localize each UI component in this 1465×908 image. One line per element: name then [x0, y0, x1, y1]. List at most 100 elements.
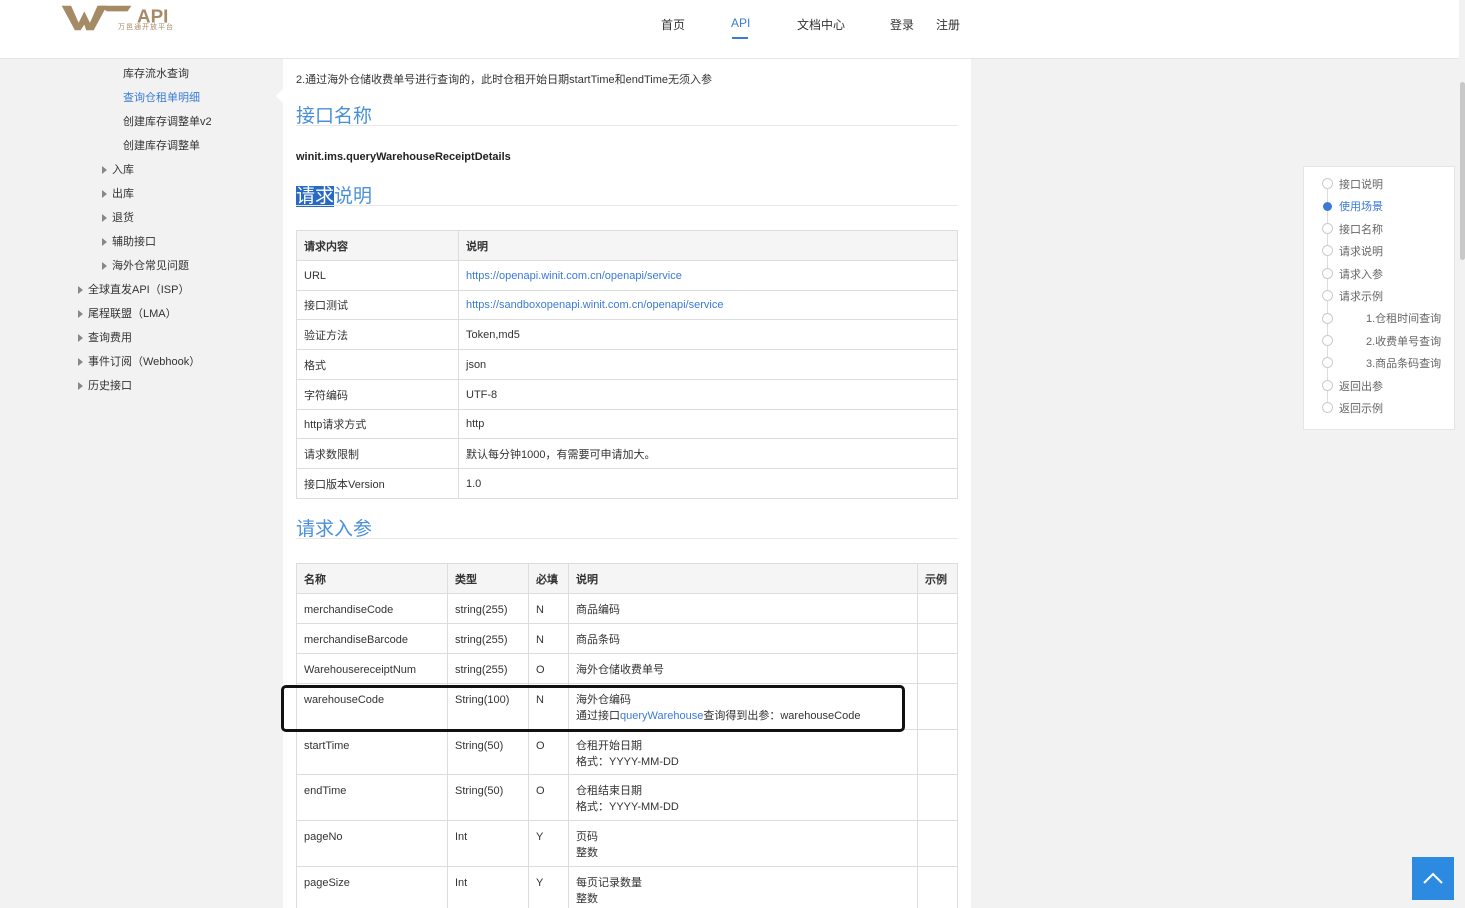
- sidebar-item-label: 全球直发API（ISP）: [88, 284, 190, 296]
- table-cell: 请求数限制: [296, 438, 459, 469]
- param-name: pageNo: [296, 820, 448, 867]
- toc-item[interactable]: 接口名称: [1339, 221, 1383, 237]
- sidebar-item-aux[interactable]: 辅助接口: [102, 233, 156, 249]
- sidebar-item-fees[interactable]: 查询费用: [78, 329, 132, 345]
- sidebar-item-rent-detail[interactable]: 查询仓租单明细: [123, 89, 200, 105]
- sidebar-item-label: 海外仓常见问题: [112, 260, 189, 272]
- caret-right-icon: [78, 358, 83, 366]
- param-desc-line: 格式：YYYY-MM-DD: [576, 756, 679, 768]
- url-link[interactable]: https://openapi.winit.com.cn/openapi/ser…: [466, 270, 682, 282]
- sidebar-item-faq[interactable]: 海外仓常见问题: [102, 257, 189, 273]
- param-example: [917, 820, 958, 867]
- param-example: [917, 623, 958, 654]
- heading-text: 说明: [334, 186, 373, 207]
- param-example: [917, 653, 958, 684]
- param-type: String(50): [447, 729, 529, 775]
- scrollbar-thumb[interactable]: [1460, 82, 1465, 260]
- back-to-top-button[interactable]: [1412, 857, 1454, 900]
- toc-subitem[interactable]: 1.仓租时间查询: [1366, 310, 1441, 326]
- param-desc-line: 格式：YYYY-MM-DD: [576, 801, 679, 813]
- nav-login[interactable]: 登录: [890, 16, 914, 33]
- sidebar-item-isp[interactable]: 全球直发API（ISP）: [78, 281, 189, 297]
- param-required: N: [528, 593, 569, 624]
- param-type: String(50): [447, 774, 529, 821]
- table-header-cell: 请求内容: [296, 230, 459, 261]
- nav-register[interactable]: 注册: [936, 16, 960, 33]
- sidebar-item-adjust[interactable]: 创建库存调整单: [123, 137, 200, 153]
- toc-dot-icon: [1322, 290, 1333, 301]
- toc-item-active[interactable]: 使用场景: [1339, 198, 1383, 214]
- nav-api[interactable]: API: [731, 16, 750, 30]
- table-row: 验证方法 Token,md5: [296, 319, 958, 350]
- table-cell: https://openapi.winit.com.cn/openapi/ser…: [458, 260, 958, 291]
- table-cell: https://sandboxopenapi.winit.com.cn/open…: [458, 290, 958, 320]
- param-required: O: [528, 653, 569, 684]
- param-required: O: [528, 774, 569, 821]
- table-cell: UTF-8: [458, 379, 958, 410]
- sidebar-item-label: 库存流水查询: [123, 68, 189, 80]
- table-row: WarehousereceiptNum string(255) O 海外仓储收费…: [296, 653, 958, 684]
- toc-item[interactable]: 返回示例: [1339, 400, 1383, 416]
- toc-dot-icon: [1322, 357, 1333, 368]
- sidebar-item-lma[interactable]: 尾程联盟（LMA）: [78, 305, 177, 321]
- sidebar-item-inventory-flow[interactable]: 库存流水查询: [123, 65, 189, 81]
- toc-subitem[interactable]: 2.收费单号查询: [1366, 333, 1441, 349]
- param-name: merchandiseBarcode: [296, 623, 448, 654]
- sidebar-item-outbound[interactable]: 出库: [102, 185, 134, 201]
- table-cell: 1.0: [458, 468, 958, 499]
- sidebar-item-label: 查询仓租单明细: [123, 92, 200, 104]
- divider: [296, 205, 958, 206]
- top-header: API 万邑通开放平台 首页 API 文档中心 登录 注册: [0, 0, 1465, 59]
- toc-item[interactable]: 请求说明: [1339, 243, 1383, 259]
- section-heading-request: 请求说明: [296, 181, 372, 208]
- sidebar-item-label: 事件订阅（Webhook）: [88, 356, 201, 368]
- table-row: merchandiseBarcode string(255) N 商品条码: [296, 623, 958, 654]
- table-row: 格式 json: [296, 349, 958, 380]
- param-name: merchandiseCode: [296, 593, 448, 624]
- toc-item[interactable]: 请求示例: [1339, 288, 1383, 304]
- params-table: 名称 类型 必填 说明 示例 merchandiseCode string(25…: [296, 563, 958, 908]
- param-type: string(255): [447, 623, 529, 654]
- toc-item[interactable]: 返回出参: [1339, 378, 1383, 394]
- toc-dot-active-icon: [1323, 202, 1332, 211]
- sidebar-item-label: 历史接口: [88, 380, 132, 392]
- nav-docs[interactable]: 文档中心: [797, 16, 845, 33]
- sidebar-item-return[interactable]: 退货: [102, 209, 134, 225]
- param-desc-line: 仓租开始日期: [576, 740, 642, 752]
- param-example: [917, 683, 958, 730]
- param-example: [917, 774, 958, 821]
- param-type: string(255): [447, 593, 529, 624]
- table-row: merchandiseCode string(255) N 商品编码: [296, 593, 958, 624]
- table-header-cell: 说明: [568, 563, 918, 594]
- toc-item[interactable]: 请求入参: [1339, 266, 1383, 282]
- api-method-name: winit.ims.queryWarehouseReceiptDetails: [296, 151, 511, 163]
- sidebar-item-webhook[interactable]: 事件订阅（Webhook）: [78, 353, 200, 369]
- param-example: [917, 729, 958, 775]
- section-heading-params: 请求入参: [296, 519, 373, 540]
- table-row: URL https://openapi.winit.com.cn/openapi/…: [296, 260, 958, 291]
- toc-subitem[interactable]: 3.商品条码查询: [1366, 355, 1441, 371]
- table-row: http请求方式 http: [296, 409, 958, 439]
- toc-item[interactable]: 接口说明: [1339, 176, 1383, 192]
- divider: [296, 125, 958, 126]
- nav-home[interactable]: 首页: [661, 16, 685, 33]
- sidebar-item-adjust-v2[interactable]: 创建库存调整单v2: [123, 113, 212, 129]
- param-desc: 海外仓储收费单号: [568, 653, 918, 684]
- param-name: WarehousereceiptNum: [296, 653, 448, 684]
- sidebar-item-label: 查询费用: [88, 332, 132, 344]
- param-desc: 仓租结束日期 格式：YYYY-MM-DD: [568, 774, 918, 821]
- section-heading-api-name: 接口名称: [296, 106, 373, 127]
- sidebar-item-inbound[interactable]: 入库: [102, 161, 134, 177]
- param-desc: 仓租开始日期格式：YYYY-MM-DD: [568, 729, 918, 775]
- main-content: 2.通过海外仓储收费单号进行查询的，此时仓租开始日期startTime和endT…: [283, 59, 971, 908]
- param-desc-line: 页码: [576, 831, 598, 843]
- sandbox-url-link[interactable]: https://sandboxopenapi.winit.com.cn/open…: [466, 299, 723, 311]
- caret-right-icon: [102, 262, 107, 270]
- table-cell: Token,md5: [458, 319, 958, 350]
- table-cell: URL: [296, 260, 459, 291]
- table-cell: http请求方式: [296, 409, 459, 439]
- caret-right-icon: [102, 190, 107, 198]
- toc-dot-icon: [1322, 402, 1333, 413]
- sidebar-item-history[interactable]: 历史接口: [78, 377, 132, 393]
- nav-active-indicator: [732, 37, 748, 39]
